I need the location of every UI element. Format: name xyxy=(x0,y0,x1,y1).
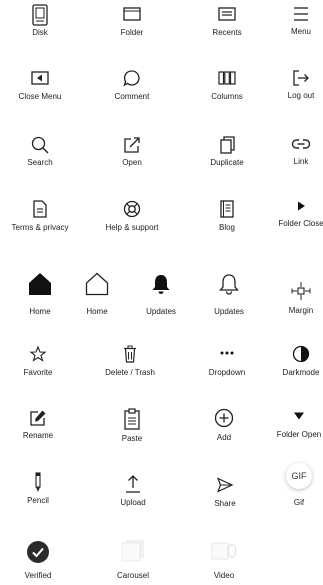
icon-tile-verified[interactable]: Verified xyxy=(0,540,78,580)
icon-label: Pencil xyxy=(27,496,49,505)
icon-tile-close-menu[interactable]: Close Menu xyxy=(0,70,80,101)
icon-tile-folder-open[interactable]: Folder Open xyxy=(259,411,323,439)
icon-label: Help & support xyxy=(105,223,159,232)
rename-icon xyxy=(30,410,46,426)
icon-label: Link xyxy=(293,157,309,166)
icon-tile-delete[interactable]: Delete / Trash xyxy=(90,345,170,377)
recents-icon xyxy=(218,7,236,21)
icon-label: Delete / Trash xyxy=(105,368,155,377)
caret-down-icon xyxy=(294,412,304,420)
share-icon xyxy=(216,477,234,493)
lifebuoy-icon xyxy=(123,200,141,218)
icon-tile-darkmode[interactable]: Darkmode xyxy=(261,345,323,377)
duplicate-icon xyxy=(220,136,235,154)
icon-tile-margin[interactable]: Margin xyxy=(261,282,323,315)
notebook-icon xyxy=(220,200,234,218)
icon-tile-link[interactable]: Link xyxy=(261,137,323,166)
icon-tile-share[interactable]: Share xyxy=(185,477,265,508)
icon-label: Rename xyxy=(22,431,54,440)
icon-label: Margin xyxy=(288,306,314,315)
link-icon xyxy=(291,139,311,149)
icon-label: Close Menu xyxy=(18,92,62,101)
log-out-icon xyxy=(293,70,309,86)
icon-tile-menu[interactable]: Menu xyxy=(261,5,323,36)
ellipsis-icon xyxy=(220,351,234,355)
comment-icon xyxy=(123,70,140,87)
icon-tile-carousel[interactable]: Carousel xyxy=(93,539,173,580)
icon-tile-video[interactable]: Video xyxy=(184,541,264,580)
icon-tile-terms[interactable]: Terms & privacy xyxy=(0,199,80,232)
icon-tile-paste[interactable]: Paste xyxy=(92,408,172,443)
icon-tile-upload[interactable]: Upload xyxy=(93,474,173,507)
icon-label: Log out xyxy=(287,91,315,100)
icon-label: Disk xyxy=(32,28,48,37)
icon-label: Darkmode xyxy=(282,368,320,377)
icon-tile-folder-close[interactable]: Folder Close xyxy=(261,200,323,228)
icon-tile-open[interactable]: Open xyxy=(92,135,172,167)
columns-icon xyxy=(218,71,236,85)
margin-icon xyxy=(291,282,311,300)
icon-tile-help[interactable]: Help & support xyxy=(92,199,172,232)
verified-icon xyxy=(27,541,49,563)
icon-label: Video xyxy=(213,571,235,580)
icon-label: Upload xyxy=(120,498,146,507)
icon-label: Favorite xyxy=(23,368,53,377)
icon-tile-dropdown[interactable]: Dropdown xyxy=(187,350,267,377)
icon-tile-blog[interactable]: Blog xyxy=(187,199,267,232)
search-icon xyxy=(31,136,49,154)
caret-right-icon xyxy=(298,201,305,211)
icon-tile-search[interactable]: Search xyxy=(0,135,80,167)
icon-tile-log-out[interactable]: Log out xyxy=(261,69,323,100)
icon-label: Paste xyxy=(121,434,143,443)
icon-tile-updates-outline[interactable]: Updates xyxy=(189,273,269,316)
icon-tile-gif[interactable]: GIF Gif xyxy=(259,463,323,507)
icon-label: Menu xyxy=(290,27,311,36)
icon-label: Carousel xyxy=(116,571,149,580)
gif-icon: GIF xyxy=(286,463,312,489)
icon-tile-recents[interactable]: Recents xyxy=(187,6,267,37)
icon-label: Search xyxy=(27,158,53,167)
icon-tile-add[interactable]: Add xyxy=(184,408,264,442)
icon-label: Terms & privacy xyxy=(11,223,69,232)
icon-tile-folder[interactable]: Folder xyxy=(92,6,172,37)
bell-outline-icon xyxy=(219,274,239,295)
icon-tile-pencil[interactable]: Pencil xyxy=(0,472,78,505)
open-icon xyxy=(124,137,140,153)
icon-label: Comment xyxy=(114,92,150,101)
bell-filled-icon xyxy=(152,275,170,294)
icon-tile-favorite[interactable]: Favorite xyxy=(0,345,78,377)
icon-tile-disk[interactable]: Disk xyxy=(0,4,80,37)
home-outline-icon xyxy=(85,272,109,296)
pencil-icon xyxy=(35,472,41,492)
menu-icon xyxy=(294,7,308,21)
icon-label: Open xyxy=(122,158,142,167)
darkmode-icon xyxy=(292,345,310,363)
icon-label: Verified xyxy=(24,571,52,580)
icon-tile-rename[interactable]: Rename xyxy=(0,409,78,440)
paste-icon xyxy=(124,408,140,430)
icon-tile-duplicate[interactable]: Duplicate xyxy=(187,135,267,167)
upload-icon xyxy=(126,475,140,493)
icon-label: Folder Open xyxy=(276,430,322,439)
disk-icon xyxy=(32,4,48,26)
document-icon xyxy=(33,200,47,218)
trash-icon xyxy=(124,345,136,363)
home-filled-icon xyxy=(29,273,51,295)
icon-label: Folder Close xyxy=(278,219,323,228)
carousel-icon xyxy=(121,540,144,562)
icon-tile-columns[interactable]: Columns xyxy=(187,71,267,101)
icon-label: Gif xyxy=(293,498,305,507)
icon-tile-comment[interactable]: Comment xyxy=(92,69,172,101)
star-icon xyxy=(29,345,47,362)
video-icon xyxy=(211,542,237,560)
folder-icon xyxy=(123,7,141,21)
close-menu-icon xyxy=(31,71,49,85)
add-icon xyxy=(214,408,234,428)
icon-label: Folder xyxy=(120,28,144,37)
